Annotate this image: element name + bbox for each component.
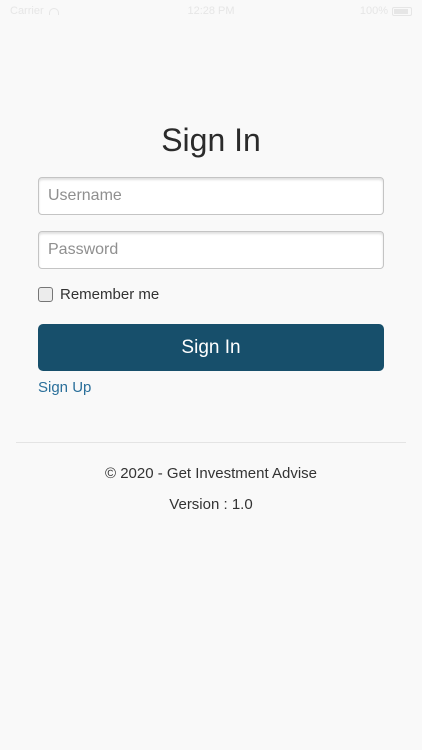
- sign-up-link[interactable]: Sign Up: [38, 379, 91, 397]
- status-time: 12:28 PM: [187, 5, 235, 17]
- page-title: Sign In: [161, 122, 261, 158]
- remember-me-label: Remember me: [60, 285, 160, 303]
- battery-icon: [392, 6, 412, 16]
- password-input[interactable]: [38, 231, 384, 269]
- remember-me-row[interactable]: Remember me: [38, 285, 159, 303]
- remember-me-checkbox[interactable]: [38, 286, 53, 302]
- version-text: Version : 1.0: [169, 496, 253, 513]
- sign-in-button[interactable]: Sign In: [38, 324, 384, 371]
- footer-divider: [16, 442, 406, 443]
- copyright-text: © 2020 - Get Investment Advise: [105, 465, 317, 482]
- username-input[interactable]: [38, 177, 384, 215]
- status-bar: Carrier 12:28 PM 100%: [0, 0, 422, 22]
